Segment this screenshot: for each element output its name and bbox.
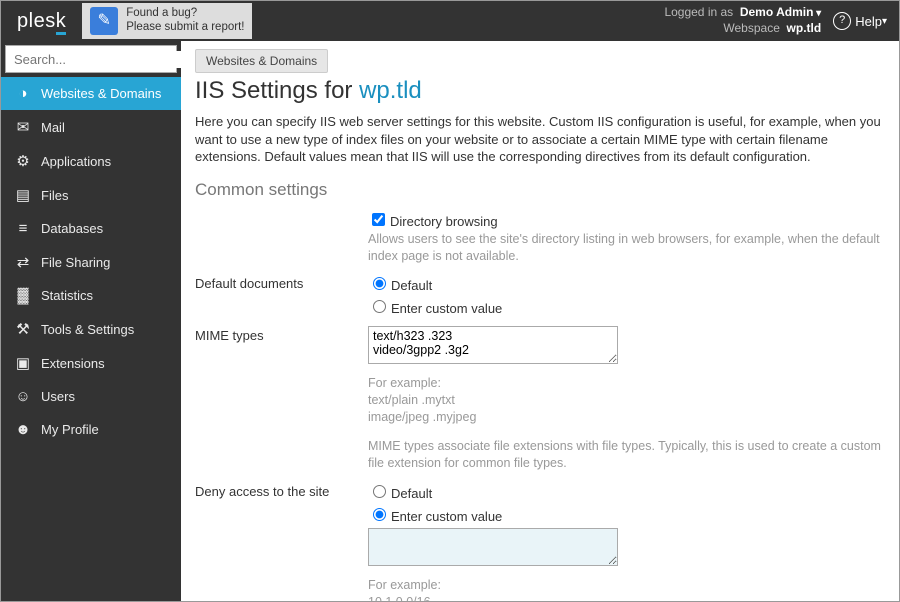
- sidebar-item-file-sharing[interactable]: ⇄ File Sharing: [1, 245, 181, 279]
- nav-icon: ⚙: [13, 152, 33, 170]
- webspace-name: wp.tld: [787, 21, 822, 35]
- mime-help: MIME types associate file extensions wit…: [368, 438, 885, 472]
- nav-label: Files: [41, 188, 68, 203]
- nav-label: Tools & Settings: [41, 322, 134, 337]
- sidebar-item-tools-settings[interactable]: ⚒ Tools & Settings: [1, 312, 181, 346]
- sidebar-item-databases[interactable]: ≡ Databases: [1, 212, 181, 245]
- breadcrumb[interactable]: Websites & Domains: [195, 49, 328, 73]
- page-title: IIS Settings for wp.tld: [195, 77, 885, 105]
- nav-icon: ▤: [13, 186, 33, 204]
- dirbrowse-help: Allows users to see the site's directory…: [368, 231, 885, 265]
- sidebar-item-statistics[interactable]: ▓ Statistics: [1, 279, 181, 312]
- nav-icon: ⚒: [13, 320, 33, 338]
- mime-types-textarea[interactable]: text/h323 .323 video/3gpp2 .3g2: [368, 326, 618, 364]
- account-info: Logged in as Demo Admin Webspace wp.tld: [664, 5, 821, 36]
- nav-icon: ◑: [13, 85, 33, 102]
- sidebar-item-files[interactable]: ▤ Files: [1, 178, 181, 212]
- search-box[interactable]: [5, 45, 177, 73]
- nav-label: My Profile: [41, 422, 99, 437]
- nav-icon: ⇄: [13, 253, 33, 271]
- nav-label: Users: [41, 389, 75, 404]
- sidebar-item-my-profile[interactable]: ☻ My Profile: [1, 413, 181, 446]
- bug-line2: Please submit a report!: [126, 21, 244, 35]
- sidebar-item-applications[interactable]: ⚙ Applications: [1, 144, 181, 178]
- defaultdocs-custom-radio[interactable]: Enter custom value: [368, 301, 502, 316]
- nav-icon: ▓: [13, 287, 33, 304]
- search-input[interactable]: [12, 51, 192, 68]
- sidebar-item-users[interactable]: ☺ Users: [1, 380, 181, 413]
- bug-report-banner[interactable]: Found a bug? Please submit a report!: [82, 3, 252, 39]
- main-content: Websites & Domains IIS Settings for wp.t…: [181, 41, 899, 601]
- nav-label: File Sharing: [41, 255, 110, 270]
- mime-types-label: MIME types: [195, 326, 368, 471]
- help-menu[interactable]: Help: [833, 12, 887, 30]
- sidebar-item-websites-domains[interactable]: ◑ Websites & Domains: [1, 77, 181, 110]
- intro-text: Here you can specify IIS web server sett…: [195, 113, 885, 166]
- deny-custom-radio[interactable]: Enter custom value: [368, 509, 502, 524]
- directory-browsing-checkbox[interactable]: Directory browsing: [368, 214, 498, 229]
- bug-line1: Found a bug?: [126, 7, 244, 21]
- nav-label: Extensions: [41, 356, 105, 371]
- nav-icon: ✉: [13, 118, 33, 136]
- nav-label: Statistics: [41, 288, 93, 303]
- default-documents-label: Default documents: [195, 274, 368, 320]
- brand-logo: plesk: [17, 10, 66, 33]
- section-heading: Common settings: [195, 180, 885, 200]
- defaultdocs-default-radio[interactable]: Default: [368, 278, 432, 293]
- nav-icon: ☺: [13, 388, 33, 405]
- sidebar: ◑ Websites & Domains ✉ Mail ⚙ Applications ▤ Fi…: [1, 41, 181, 601]
- deny-default-radio[interactable]: Default: [368, 486, 432, 501]
- deny-textarea[interactable]: [368, 528, 618, 566]
- topbar: plesk Found a bug? Please submit a repor…: [1, 1, 899, 41]
- sidebar-item-extensions[interactable]: ▣ Extensions: [1, 346, 181, 380]
- nav-label: Websites & Domains: [41, 86, 161, 101]
- nav-label: Applications: [41, 154, 111, 169]
- pencil-icon: [90, 7, 118, 35]
- deny-access-label: Deny access to the site: [195, 482, 368, 601]
- nav-icon: ≡: [13, 220, 33, 237]
- nav-icon: ▣: [13, 354, 33, 372]
- nav-icon: ☻: [13, 421, 33, 438]
- nav-label: Mail: [41, 120, 65, 135]
- user-menu[interactable]: Demo Admin: [740, 5, 821, 19]
- sidebar-item-mail[interactable]: ✉ Mail: [1, 110, 181, 144]
- page-title-domain[interactable]: wp.tld: [359, 77, 422, 104]
- nav-label: Databases: [41, 221, 103, 236]
